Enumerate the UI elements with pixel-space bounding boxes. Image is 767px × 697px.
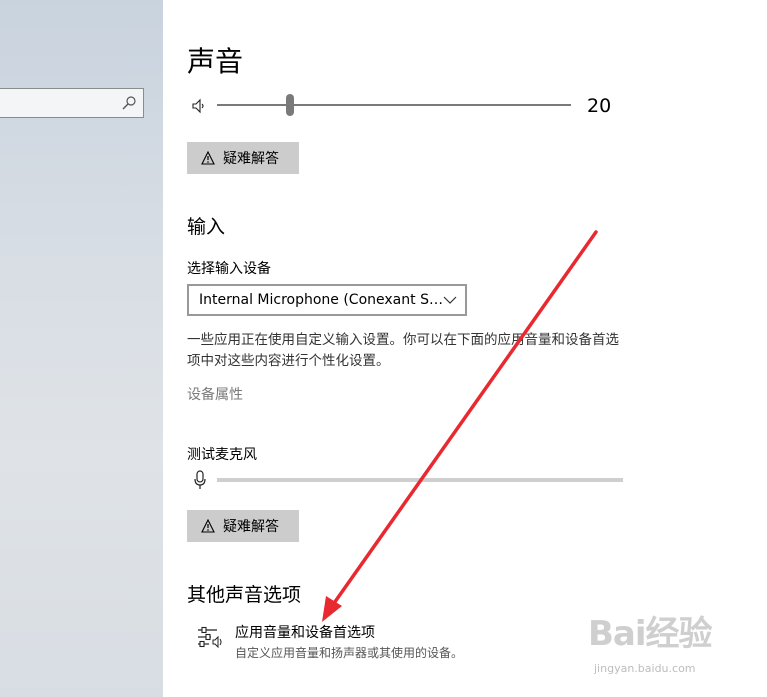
chevron-down-icon — [443, 296, 457, 304]
troubleshoot-label: 疑难解答 — [223, 151, 279, 167]
volume-slider-track[interactable] — [217, 104, 571, 106]
input-troubleshoot-button[interactable]: 疑难解答 — [187, 510, 299, 542]
baidu-watermark: Bai经验 jingyan.baidu.com — [588, 606, 713, 675]
test-microphone-label: 测试麦克风 — [187, 447, 257, 463]
watermark-url: jingyan.baidu.com — [594, 662, 696, 675]
input-description: 一些应用正在使用自定义输入设置。你可以在下面的应用音量和设备首选项中对这些内容进… — [187, 332, 619, 369]
watermark-brand: Bai经验 — [588, 614, 713, 654]
warning-icon — [201, 151, 215, 165]
select-input-device-label: 选择输入设备 — [187, 261, 271, 277]
search-input[interactable] — [0, 88, 144, 118]
volume-value: 20 — [587, 95, 612, 117]
volume-slider-thumb[interactable] — [286, 94, 294, 116]
input-device-select[interactable]: Internal Microphone (Conexant S… — [187, 284, 467, 316]
troubleshoot-button[interactable]: 疑难解答 — [187, 142, 299, 174]
speaker-icon[interactable] — [191, 98, 207, 114]
settings-sidebar — [0, 0, 163, 697]
sliders-speaker-icon — [198, 626, 222, 648]
warning-icon — [201, 519, 215, 533]
sound-settings-pane: 声音 20 疑难解答 输入 选择输入设备 Internal Microphone… — [163, 0, 767, 697]
selected-device: Internal Microphone (Conexant S… — [199, 292, 443, 308]
input-heading: 输入 — [187, 216, 226, 238]
app-volume-title: 应用音量和设备首选项 — [235, 625, 375, 641]
microphone-level-meter — [217, 478, 623, 482]
troubleshoot-label: 疑难解答 — [223, 519, 279, 535]
other-sound-options-heading: 其他声音选项 — [187, 584, 302, 606]
app-volume-subtitle: 自定义应用音量和扬声器或其使用的设备。 — [235, 646, 464, 660]
page-title: 声音 — [187, 45, 244, 78]
microphone-icon — [194, 470, 206, 489]
search-icon — [122, 96, 136, 110]
device-properties-link[interactable]: 设备属性 — [187, 384, 243, 404]
